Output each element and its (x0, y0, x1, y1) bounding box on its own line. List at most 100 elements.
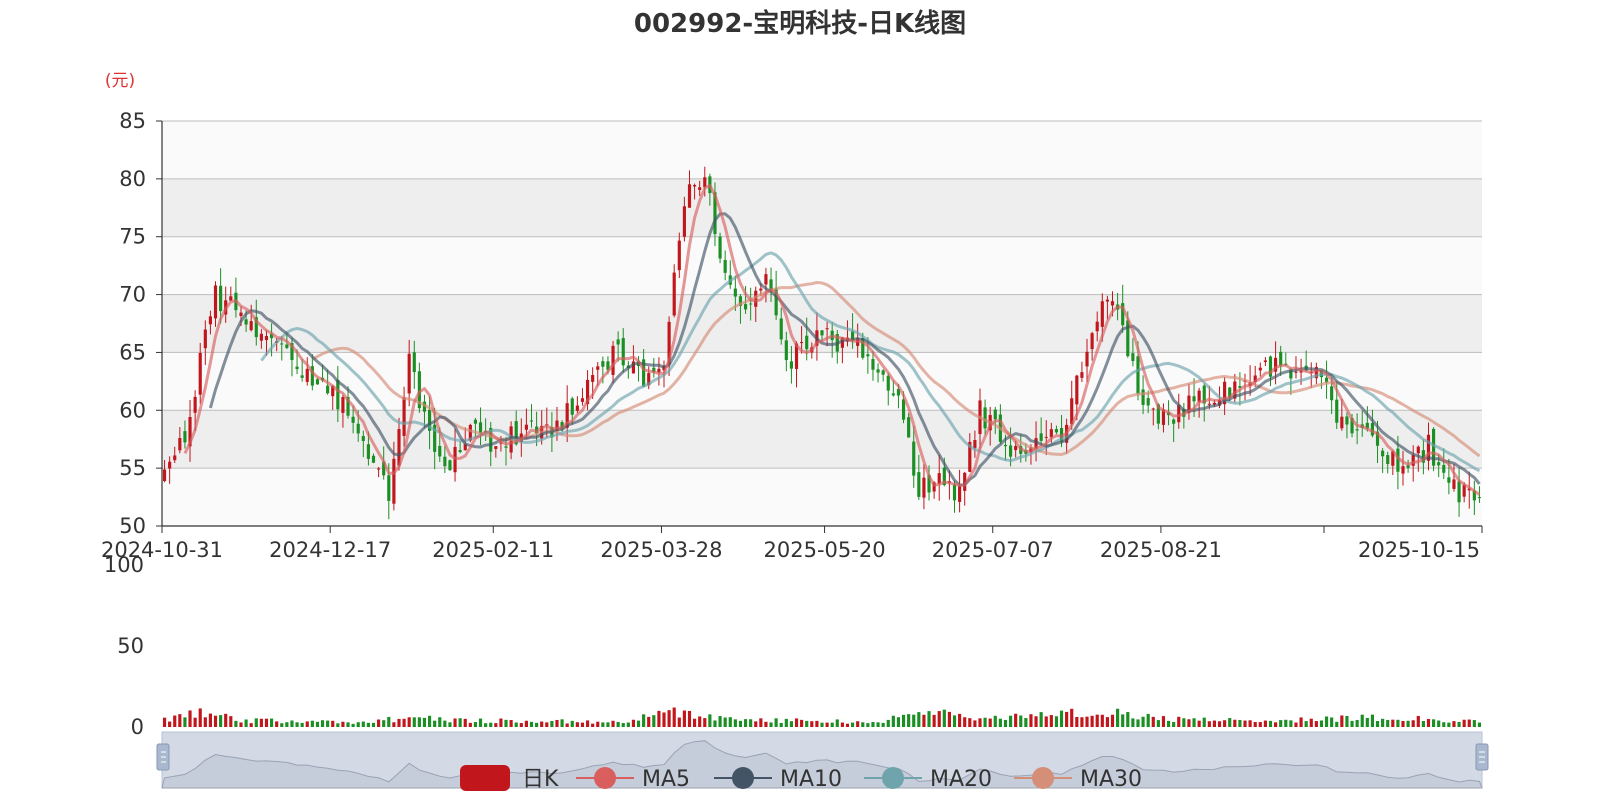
slider-handle-left[interactable] (156, 743, 170, 771)
volume-bar (1156, 720, 1160, 727)
volume-bar (305, 721, 309, 727)
candle-body (621, 338, 625, 366)
candle-body (575, 405, 579, 411)
volume-bar (392, 722, 396, 727)
volume-bar (657, 710, 661, 727)
x-axis: 2024-10-31 2024-12-17 2025-02-11 2025-03-28… (101, 525, 1483, 562)
candle-body (300, 375, 304, 378)
volume-y-tick-label: 0 (131, 715, 144, 739)
candle-body (193, 396, 197, 413)
candle-body (361, 436, 365, 441)
candle-body (392, 458, 396, 504)
candle-body (1457, 481, 1461, 503)
volume-bar (901, 714, 906, 727)
volume-bar (1248, 720, 1252, 727)
volume-bar (1457, 721, 1461, 727)
volume-bar (1416, 715, 1420, 727)
volume-bar (687, 710, 692, 727)
candle-body (336, 379, 340, 410)
volume-bar (850, 722, 855, 727)
legend-candle-icon (460, 765, 510, 791)
volume-bar (264, 718, 269, 727)
volume-bar (208, 713, 212, 727)
volume-bar (341, 721, 345, 727)
volume-bar (1121, 714, 1125, 727)
candle-body (723, 259, 727, 273)
candle-body (1197, 390, 1201, 402)
volume-bar (402, 718, 406, 727)
candle-body (922, 477, 926, 498)
volume-bar (1126, 712, 1130, 727)
slider-handle-right[interactable] (1475, 743, 1489, 771)
volume-bar (417, 717, 421, 727)
volume-bar (1386, 719, 1390, 727)
volume-bar (626, 722, 630, 727)
candle-body (443, 456, 447, 467)
candle-body (473, 419, 478, 424)
volume-bar (1019, 715, 1023, 727)
candle-body (759, 288, 763, 291)
volume-bar (800, 719, 804, 727)
volume-bar (239, 722, 243, 727)
volume-bar (672, 707, 676, 727)
candle-body (239, 312, 243, 316)
candle-body (295, 366, 299, 370)
volume-bar (290, 720, 294, 727)
volume-bar (947, 711, 951, 727)
volume-bar (448, 722, 452, 727)
volume-bar (667, 710, 671, 727)
volume-bar (1340, 715, 1344, 727)
volume-bar (820, 722, 824, 727)
volume-bar (514, 722, 518, 727)
volume-bar (917, 712, 921, 727)
volume-bar (932, 714, 936, 727)
volume-y-tick-label: 100 (104, 553, 144, 577)
volume-bar (1141, 716, 1145, 727)
candle-body (611, 345, 615, 375)
volume-bar (1355, 720, 1359, 727)
volume-bar (1008, 715, 1013, 727)
volume-bar (259, 718, 263, 727)
candle-body (591, 375, 595, 382)
candle-body (1141, 389, 1145, 405)
volume-bar (738, 720, 743, 727)
volume-bar (1197, 720, 1201, 727)
candle-body (1192, 396, 1196, 402)
candle-body (264, 335, 269, 341)
volume-bar (774, 718, 778, 727)
volume-bar (896, 717, 901, 727)
price-y-tick-label: 65 (119, 340, 146, 364)
volume-bar (662, 712, 666, 727)
volume-bar (1070, 708, 1074, 727)
volume-bar (1472, 720, 1476, 727)
price-y-tick-label: 50 (119, 514, 146, 538)
candle-body (1075, 375, 1079, 405)
candlestick (448, 459, 452, 471)
volume-bar (1110, 714, 1115, 727)
candle-body (937, 473, 941, 484)
candle-body (371, 455, 376, 463)
volume-bar (412, 717, 416, 727)
volume-bar (759, 718, 763, 727)
candle-body (993, 409, 997, 420)
volume-bar (1396, 719, 1400, 727)
candle-body (183, 431, 187, 443)
candle-body (412, 352, 416, 373)
candle-body (570, 398, 574, 415)
legend-dot-icon (882, 767, 904, 789)
candle-body (356, 423, 360, 434)
volume-bar (224, 713, 228, 727)
candle-body (341, 397, 345, 413)
volume-bar (1289, 720, 1293, 727)
volume-bar (1477, 722, 1482, 727)
volume-bar (1095, 714, 1099, 727)
volume-bar (504, 719, 508, 727)
volume-bar (331, 720, 335, 727)
volume-bar (168, 721, 172, 727)
volume-bar (698, 716, 702, 727)
volume-bar (845, 723, 850, 727)
volume-bar (422, 717, 427, 727)
volume-bar (1024, 718, 1028, 727)
candle-body (173, 455, 177, 461)
volume-bar (229, 716, 233, 727)
